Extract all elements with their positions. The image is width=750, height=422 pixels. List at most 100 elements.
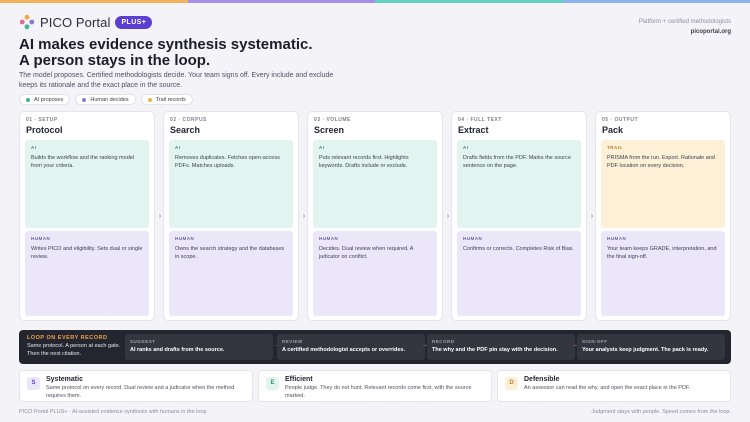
- stage-number: 01 · SETUP: [26, 117, 58, 123]
- human-box: HUMAN Decides. Dual review when required…: [313, 231, 437, 316]
- loop-step-label: SIGN-OFF: [582, 339, 608, 344]
- page-headline: AI makes evidence synthesis systematic. …: [19, 37, 313, 69]
- stage-card-extract: 04 · FULL TEXT Extract AI Drafts fields …: [451, 111, 587, 321]
- brand[interactable]: PICO Portal PLUS+: [19, 14, 153, 30]
- box-text: PRISMA from the run. Export. Rationale a…: [607, 155, 715, 169]
- human-box: HUMAN Confirms or corrects. Completes Ri…: [457, 231, 581, 316]
- loop-step-label: SUGGEST: [130, 339, 156, 344]
- legend: AI proposes Human decides Trail records: [19, 94, 193, 105]
- box-text: Drafts fields from the PDF. Marks the so…: [463, 155, 571, 169]
- benefit-title: Efficient: [285, 376, 313, 383]
- stage-title: Screen: [314, 125, 345, 135]
- accent-segment: [0, 0, 188, 3]
- brand-name: PICO Portal: [40, 14, 111, 30]
- ai-dot-icon: [26, 97, 30, 102]
- benefit-text: An assessor can read the why, and open t…: [524, 385, 691, 391]
- ai-box: AI Puts relevant records first. Highligh…: [313, 140, 437, 228]
- footer-right: Judgment stays with people. Speed comes …: [591, 409, 731, 415]
- pico-logo-icon: [19, 14, 35, 30]
- loop-step-review: REVIEW A certified methodologist accepts…: [277, 334, 425, 360]
- legend-item-human: Human decides: [75, 94, 136, 105]
- defensible-letter-icon: D: [505, 377, 518, 390]
- stage-title: Protocol: [26, 125, 63, 135]
- loop-step-label: REVIEW: [282, 339, 303, 344]
- loop-step-text: Your analysts keep judgment. The pack is…: [582, 347, 709, 353]
- loop-step-label: RECORD: [432, 339, 455, 344]
- footer-left: PICO Portal PLUS+ · AI-assisted evidence…: [19, 409, 207, 415]
- benefit-title: Defensible: [524, 376, 560, 383]
- loop-step-text: The why and the PDF pin stay with the de…: [432, 347, 558, 353]
- box-tag: AI: [31, 145, 37, 150]
- benefit-text: People judge. They do not hunt. Relevant…: [285, 385, 472, 399]
- loop-step-sign-off: SIGN-OFF Your analysts keep judgment. Th…: [577, 334, 725, 360]
- stage-number: 04 · FULL TEXT: [458, 117, 502, 123]
- stage-number: 03 · VOLUME: [314, 117, 351, 123]
- loop-description: Same protocol. A person at each gate. Th…: [27, 343, 121, 357]
- box-text: Decides. Dual review when required. A ju…: [319, 246, 414, 260]
- legend-item-ai: AI proposes: [19, 94, 71, 105]
- efficient-letter-icon: E: [266, 377, 279, 390]
- stage-card-screen: 03 · VOLUME Screen AI Puts relevant reco…: [307, 111, 443, 321]
- benefit-card-efficient: E Efficient People judge. They do not hu…: [258, 370, 492, 402]
- human-dot-icon: [82, 97, 87, 102]
- trail-box: TRAIL PRISMA from the run. Export. Ratio…: [601, 140, 725, 228]
- loop-step-text: A certified methodologist accepts or ove…: [282, 347, 405, 353]
- benefit-card-systematic: S Systematic Same protocol on every reco…: [19, 370, 253, 402]
- box-tag: AI: [463, 145, 469, 150]
- loop-step-record: RECORD The why and the PDF pin stay with…: [427, 334, 575, 360]
- legend-label: Trail records: [155, 96, 186, 103]
- box-tag: HUMAN: [175, 236, 195, 241]
- systematic-letter-icon: S: [27, 377, 40, 390]
- benefit-title: Systematic: [46, 376, 83, 383]
- stage-title: Search: [170, 125, 201, 135]
- headline-line-2: A person stays in the loop.: [19, 52, 211, 69]
- stage-number: 05 · OUTPUT: [602, 117, 639, 123]
- box-tag: AI: [175, 145, 181, 150]
- top-accent-bar: [0, 0, 750, 3]
- ai-box: AI Builds the workflow and the ranking m…: [25, 140, 149, 228]
- legend-label: AI proposes: [34, 96, 64, 103]
- tagline: Platform + certified methodologists: [638, 19, 731, 25]
- accent-segment: [562, 0, 750, 3]
- box-tag: HUMAN: [319, 236, 339, 241]
- accent-segment: [375, 0, 563, 3]
- loop-band: LOOP ON EVERY RECORD Same protocol. A pe…: [19, 330, 731, 364]
- top-right-info: Platform + certified methodologists pico…: [639, 17, 731, 37]
- trail-dot-icon: [147, 97, 152, 102]
- box-tag: TRAIL: [607, 145, 623, 150]
- box-text: Owns the search strategy and the databas…: [175, 246, 285, 260]
- stage-title: Extract: [458, 125, 489, 135]
- box-tag: HUMAN: [31, 236, 51, 241]
- box-text: Writes PICO and eligibility. Sets dual o…: [31, 246, 143, 260]
- legend-item-trail: Trail records: [140, 94, 193, 105]
- human-box: HUMAN Writes PICO and eligibility. Sets …: [25, 231, 149, 316]
- ai-box: AI Drafts fields from the PDF. Marks the…: [457, 140, 581, 228]
- ai-box: AI Removes duplicates. Fetches open-acce…: [169, 140, 293, 228]
- stage-card-pack: 05 · OUTPUT Pack TRAIL PRISMA from the r…: [595, 111, 731, 321]
- box-tag: HUMAN: [607, 236, 627, 241]
- benefit-card-defensible: D Defensible An assessor can read the wh…: [497, 370, 731, 402]
- human-box: HUMAN Your team keeps GRADE, interpretat…: [601, 231, 725, 316]
- legend-label: Human decides: [90, 96, 129, 103]
- box-text: Removes duplicates. Fetches open-access …: [175, 155, 280, 169]
- loop-step-suggest: SUGGEST AI ranks and drafts from the sou…: [125, 334, 273, 360]
- box-text: Builds the workflow and the ranking mode…: [31, 155, 135, 169]
- loop-step-text: AI ranks and drafts from the source.: [130, 347, 225, 353]
- plus-badge: PLUS+: [115, 15, 153, 29]
- stage-title: Pack: [602, 125, 624, 135]
- box-text: Confirms or corrects. Completes Risk of …: [463, 246, 574, 252]
- headline-line-1: AI makes evidence synthesis systematic.: [19, 36, 313, 53]
- stage-card-search: 02 · CORPUS Search AI Removes duplicates…: [163, 111, 299, 321]
- page-subtext: The model proposes. Certified methodolog…: [19, 72, 334, 89]
- website-link[interactable]: picoportal.org: [639, 27, 731, 37]
- human-box: HUMAN Owns the search strategy and the d…: [169, 231, 293, 316]
- box-tag: AI: [319, 145, 325, 150]
- box-tag: HUMAN: [463, 236, 483, 241]
- stage-card-protocol: 01 · SETUP Protocol AI Builds the workfl…: [19, 111, 155, 321]
- stage-number: 02 · CORPUS: [170, 117, 207, 123]
- loop-title: LOOP ON EVERY RECORD: [27, 335, 108, 341]
- benefit-text: Same protocol on every record. Dual revi…: [46, 385, 235, 399]
- box-text: Puts relevant records first. Highlights …: [319, 155, 409, 169]
- box-text: Your team keeps GRADE, interpretation, a…: [607, 246, 717, 260]
- accent-segment: [187, 0, 375, 3]
